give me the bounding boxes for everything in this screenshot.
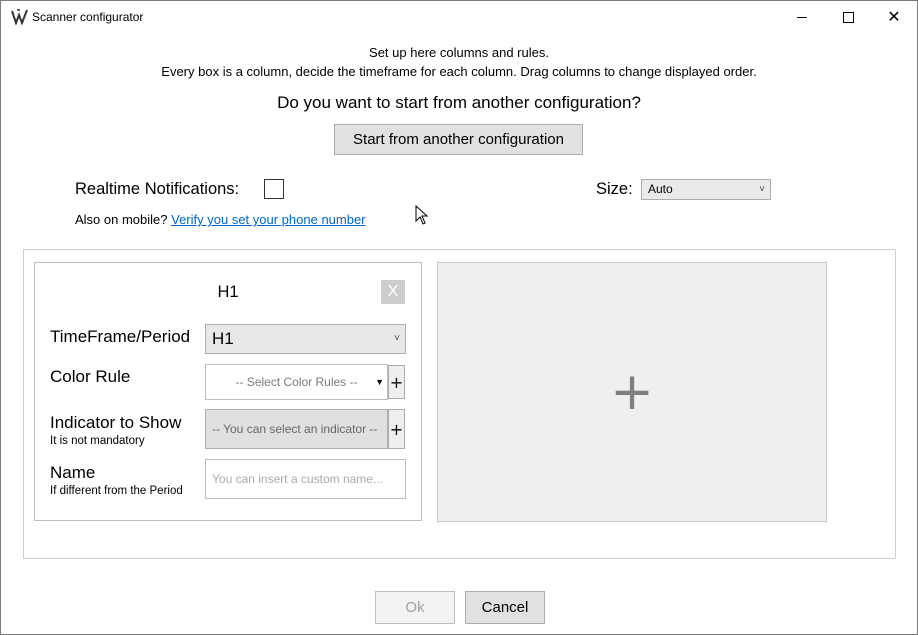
column-card[interactable]: H1 X TimeFrame/Period H1 ˅ Color Rule --… <box>34 262 422 521</box>
close-button[interactable]: ✕ <box>871 1 917 33</box>
realtime-notifications-checkbox[interactable] <box>264 179 284 199</box>
custom-name-input[interactable]: You can insert a custom name... <box>205 459 406 499</box>
mouse-cursor-icon <box>415 205 429 225</box>
size-label: Size: <box>596 180 633 198</box>
name-label: Name <box>50 463 96 482</box>
timeframe-select[interactable]: H1 ˅ <box>205 324 406 354</box>
intro-line-1: Set up here columns and rules. <box>369 45 549 60</box>
name-sublabel: If different from the Period <box>50 485 183 497</box>
maximize-button[interactable] <box>825 1 871 33</box>
window-title: Scanner configurator <box>32 10 144 24</box>
chevron-down-icon: ˅ <box>759 184 765 195</box>
start-config-question: Do you want to start from another config… <box>277 93 641 112</box>
plus-icon: + <box>610 362 654 422</box>
start-from-another-config-button[interactable]: Start from another configuration <box>334 124 583 155</box>
timeframe-label: TimeFrame/Period <box>50 327 191 346</box>
verify-phone-link[interactable]: Verify you set your phone number <box>171 212 365 227</box>
scanner-configurator-window: Scanner configurator ✕ Set up here colum… <box>0 0 918 635</box>
color-rule-placeholder: -- Select Color Rules -- <box>235 375 358 389</box>
color-rule-label: Color Rule <box>50 367 131 386</box>
color-rule-select[interactable]: -- Select Color Rules -- ▼ <box>205 364 388 400</box>
title-bar: Scanner configurator ✕ <box>1 1 917 33</box>
size-select[interactable]: Auto ˅ <box>641 179 771 200</box>
remove-column-button[interactable]: X <box>381 280 405 304</box>
add-indicator-button[interactable]: + <box>388 409 405 449</box>
minimize-button[interactable] <box>779 1 825 33</box>
close-icon: ✕ <box>887 7 901 26</box>
mobile-prompt: Also on mobile? Verify you set your phon… <box>75 212 366 227</box>
timeframe-selected-value: H1 <box>212 329 234 348</box>
chevron-down-icon: ˅ <box>394 333 400 344</box>
ok-button[interactable]: Ok <box>375 591 455 624</box>
column-title: H1 <box>217 283 239 301</box>
minimize-icon <box>797 16 807 18</box>
indicator-select[interactable]: -- You can select an indicator -- <box>205 409 388 449</box>
indicator-sublabel: It is not mandatory <box>50 435 145 447</box>
scanner-logo-icon <box>11 9 28 25</box>
indicator-placeholder: -- You can select an indicator -- <box>212 422 378 436</box>
intro-line-2: Every box is a column, decide the timefr… <box>161 64 757 79</box>
size-selected-value: Auto <box>648 182 673 196</box>
dropdown-arrow-icon: ▼ <box>375 377 384 387</box>
mobile-prefix: Also on mobile? <box>75 212 168 227</box>
cancel-button[interactable]: Cancel <box>465 591 545 624</box>
add-column-button[interactable]: + <box>437 262 827 522</box>
indicator-label: Indicator to Show <box>50 413 182 432</box>
realtime-notifications-label: Realtime Notifications: <box>75 180 240 198</box>
maximize-icon <box>842 11 854 23</box>
custom-name-placeholder: You can insert a custom name... <box>212 472 383 486</box>
add-color-rule-button[interactable]: + <box>388 365 405 399</box>
